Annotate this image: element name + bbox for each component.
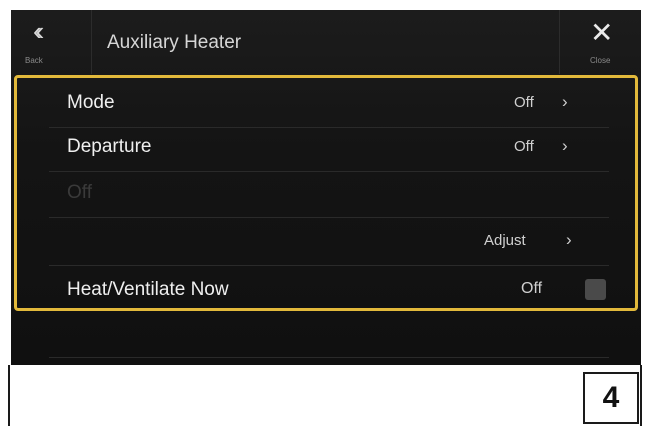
chevron-right-icon: ›	[562, 136, 568, 155]
left-rule	[8, 365, 10, 426]
row-label: Departure	[67, 136, 152, 157]
row-value: Adjust	[484, 232, 526, 249]
right-rule	[640, 365, 642, 426]
double-chevron-left-icon: ‹‹	[33, 16, 45, 46]
header: ‹‹ Back Auxiliary Heater ✕ Close	[11, 10, 641, 74]
row-mode[interactable]: Mode Off ›	[49, 79, 609, 128]
row-departure[interactable]: Departure Off ›	[49, 123, 609, 172]
close-icon: ✕	[590, 17, 614, 48]
chevron-right-icon: ›	[562, 92, 568, 111]
row-label: Mode	[67, 92, 115, 113]
divider	[49, 357, 609, 358]
back-label: Back	[25, 56, 43, 65]
row-heat-ventilate-now[interactable]: Heat/Ventilate Now Off	[49, 266, 609, 314]
row-disabled: Off	[49, 169, 609, 218]
heat-ventilate-checkbox[interactable]	[585, 279, 606, 300]
row-label: Off	[67, 182, 92, 203]
row-value: Off	[521, 280, 543, 297]
close-label: Close	[590, 56, 611, 65]
page-number: 4	[583, 372, 639, 424]
infotainment-screen: ‹‹ Back Auxiliary Heater ✕ Close Mode Of…	[11, 10, 641, 365]
row-adjust[interactable]: Adjust ›	[49, 217, 609, 266]
back-button[interactable]: ‹‹ Back	[11, 10, 92, 74]
row-value: Off	[514, 94, 534, 111]
row-value: Off	[514, 138, 534, 155]
chevron-right-icon: ›	[566, 230, 572, 249]
close-button[interactable]: ✕ Close	[559, 10, 641, 74]
page-title: Auxiliary Heater	[107, 32, 242, 53]
row-label: Heat/Ventilate Now	[67, 279, 229, 300]
frame-top	[11, 0, 641, 10]
